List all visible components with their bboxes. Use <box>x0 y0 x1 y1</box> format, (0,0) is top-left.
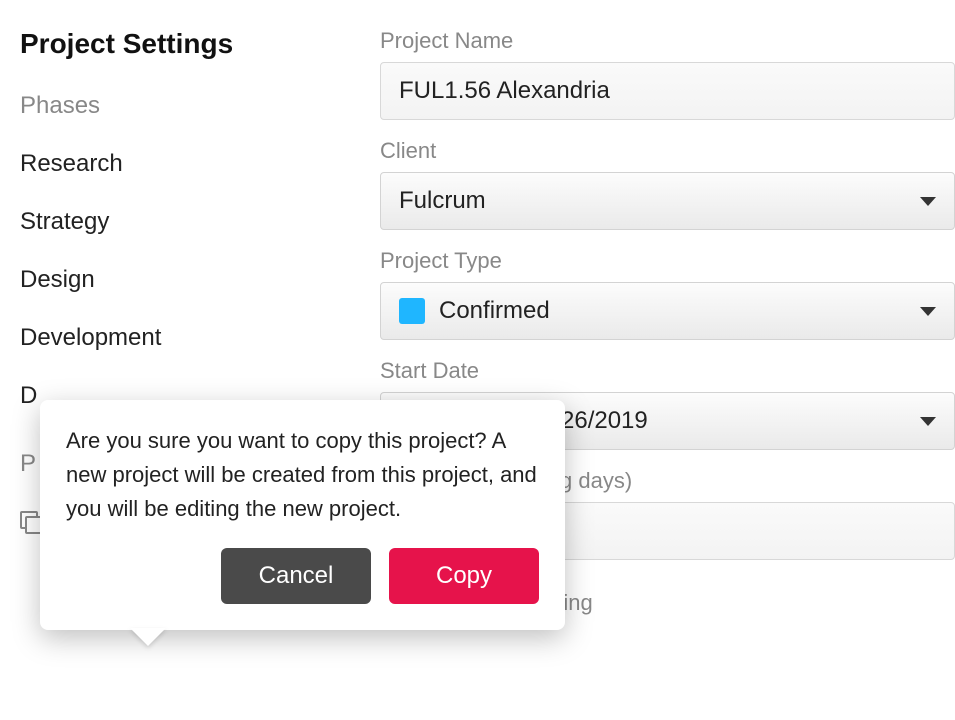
popover-message: Are you sure you want to copy this proje… <box>66 424 539 526</box>
project-type-label: Project Type <box>380 248 955 274</box>
sidebar-item-development[interactable]: Development <box>20 324 380 352</box>
chevron-down-icon <box>920 197 936 206</box>
sidebar-section-phases: Phases <box>20 92 380 120</box>
copy-button[interactable]: Copy <box>389 548 539 604</box>
project-type-select[interactable]: Confirmed <box>380 282 955 340</box>
project-type-color-swatch <box>399 298 425 324</box>
client-selected-value: Fulcrum <box>399 187 486 215</box>
start-date-label: Start Date <box>380 358 955 384</box>
cancel-button[interactable]: Cancel <box>221 548 371 604</box>
copy-icon <box>20 511 42 533</box>
project-name-label: Project Name <box>380 28 955 54</box>
chevron-down-icon <box>920 307 936 316</box>
sidebar-item-strategy[interactable]: Strategy <box>20 208 380 236</box>
confirm-copy-popover: Are you sure you want to copy this proje… <box>40 400 565 630</box>
sidebar-item-research[interactable]: Research <box>20 150 380 178</box>
project-name-input[interactable] <box>380 62 955 120</box>
sidebar-item-design[interactable]: Design <box>20 266 380 294</box>
chevron-down-icon <box>920 417 936 426</box>
start-date-value: 26/2019 <box>561 407 648 435</box>
project-type-selected-value: Confirmed <box>439 297 550 325</box>
client-select[interactable]: Fulcrum <box>380 172 955 230</box>
page-title: Project Settings <box>20 28 380 60</box>
client-label: Client <box>380 138 955 164</box>
